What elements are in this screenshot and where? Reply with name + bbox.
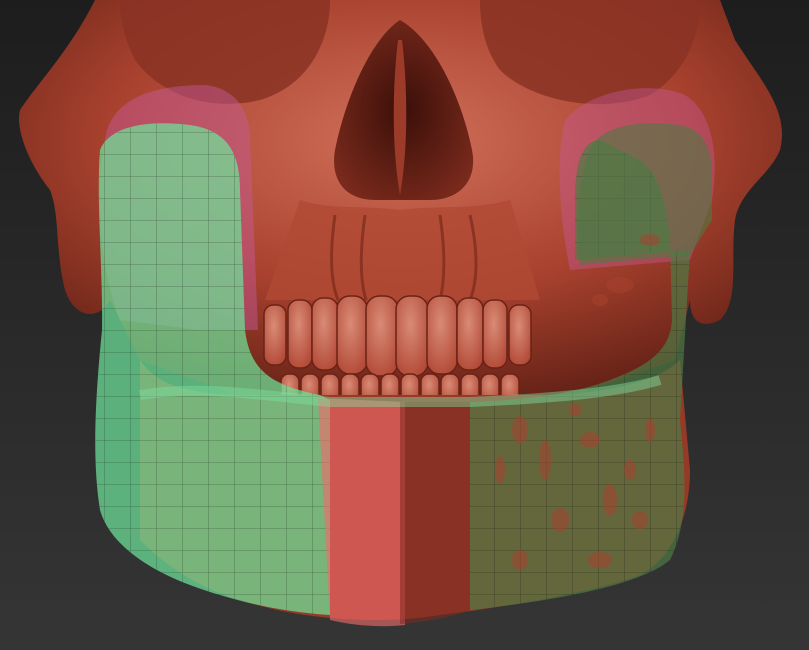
- tooth: [482, 299, 508, 369]
- texture-spot: [495, 456, 505, 484]
- 3d-viewport[interactable]: [0, 0, 809, 650]
- texture-spot: [603, 484, 617, 516]
- texture-spot: [539, 440, 551, 480]
- maxilla: [265, 200, 540, 300]
- texture-spot: [624, 460, 636, 480]
- center-strip-overlay[interactable]: [400, 402, 470, 624]
- texture-spot: [606, 277, 634, 293]
- tooth: [365, 295, 399, 377]
- tooth: [311, 297, 339, 371]
- texture-spot: [551, 508, 569, 532]
- texture-spot: [580, 432, 600, 448]
- tooth: [508, 304, 532, 366]
- tooth: [456, 297, 484, 371]
- texture-spot: [569, 404, 581, 416]
- texture-spot: [512, 550, 528, 570]
- upper-teeth: [263, 295, 532, 377]
- texture-spot: [640, 234, 660, 246]
- texture-spot: [592, 294, 608, 306]
- texture-spot: [588, 552, 612, 568]
- texture-spot: [512, 416, 528, 444]
- tooth: [395, 295, 429, 377]
- tooth: [336, 295, 368, 375]
- tooth: [287, 299, 313, 369]
- sculpt-scene[interactable]: [0, 0, 809, 650]
- tooth: [263, 304, 287, 366]
- tooth: [426, 295, 458, 375]
- texture-spot: [645, 418, 655, 442]
- texture-spot: [632, 511, 648, 529]
- chin-strip-overlay[interactable]: [318, 398, 405, 627]
